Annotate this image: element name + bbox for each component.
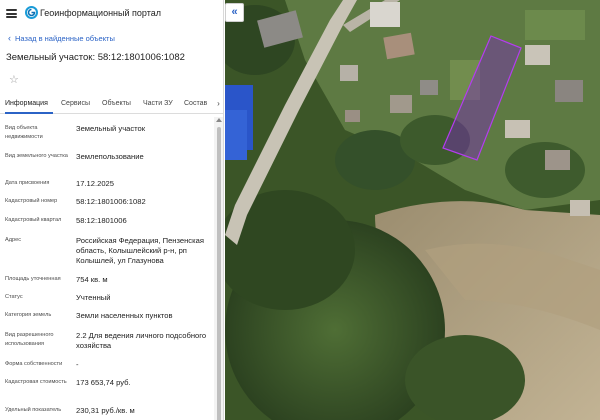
- info-value: Земли населенных пунктов: [76, 311, 173, 320]
- back-link-label: Назад в найденные объекты: [15, 34, 115, 43]
- info-value: 754 кв. м: [76, 275, 108, 284]
- info-value: 173 653,74 руб.: [76, 378, 131, 387]
- scroll-up-arrow-icon[interactable]: [216, 118, 222, 122]
- info-label: Адрес: [5, 237, 22, 243]
- info-label: Статус: [5, 294, 23, 300]
- tab-services-label: Сервисы: [61, 100, 91, 107]
- info-label: Кадастровый номер: [5, 198, 58, 204]
- tab-objects[interactable]: Объекты: [102, 95, 134, 114]
- info-label: Вид объекта недвижимости: [5, 125, 43, 140]
- info-value: 17.12.2025: [76, 179, 115, 188]
- info-label: Категория земель: [5, 312, 52, 318]
- chevron-left-icon: ‹: [8, 33, 11, 43]
- portal-logo-icon: [25, 6, 38, 19]
- info-value: Российская Федерация, Пензенская область…: [76, 236, 204, 265]
- info-value: Землепользование: [76, 152, 144, 161]
- info-label: Кадастровая стоимость: [5, 379, 67, 385]
- object-info-panel: Геоинформационный портал ‹ Назад в найден…: [0, 0, 224, 420]
- app-title: Геоинформационный портал: [40, 8, 161, 18]
- chevron-right-icon[interactable]: ›: [213, 95, 223, 113]
- info-label: Кадастровый квартал: [5, 217, 62, 223]
- info-value: Земельный участок: [76, 124, 146, 133]
- info-label: Дата присвоения: [5, 180, 50, 186]
- tab-bar: Информация Сервисы Объекты Части ЗУ Сост…: [0, 95, 223, 114]
- info-value: 58:12:1801006: [76, 216, 127, 225]
- satellite-imagery: [225, 0, 600, 420]
- tab-services[interactable]: Сервисы: [61, 95, 93, 114]
- satellite-map[interactable]: [225, 0, 600, 420]
- tab-info-label: Информация: [5, 100, 48, 107]
- info-label: Удельный показатель: [5, 407, 62, 413]
- info-value: 230,31 руб./кв. м: [76, 406, 135, 415]
- double-chevron-left-icon[interactable]: «: [225, 3, 244, 22]
- parcel-title: Земельный участок: 58:12:1801006:1082: [6, 52, 185, 63]
- tab-composition-label: Состав: [184, 100, 208, 107]
- info-value: 2.2 Для ведения личного подсобного хозяй…: [76, 331, 207, 350]
- back-to-results-link[interactable]: ‹ Назад в найденные объекты: [8, 33, 115, 43]
- hamburger-icon[interactable]: [6, 9, 17, 18]
- info-value: Учтенный: [76, 293, 111, 302]
- info-label: Площадь уточненная: [5, 276, 61, 282]
- info-label: Вид разрешенного использования: [5, 332, 54, 347]
- tab-parcel-parts[interactable]: Части ЗУ: [143, 95, 175, 114]
- tab-info[interactable]: Информация: [5, 95, 53, 114]
- panel-scrollbar[interactable]: [214, 117, 223, 420]
- info-label: Форма собственности: [5, 361, 63, 367]
- info-value: -: [76, 360, 79, 369]
- info-label: Вид земельного участка: [5, 153, 68, 159]
- scrollbar-thumb[interactable]: [217, 127, 221, 420]
- tab-parcel-parts-label: Части ЗУ: [143, 100, 173, 107]
- info-value: 58:12:1801006:1082: [76, 197, 146, 206]
- top-bar: Геоинформационный портал: [0, 0, 223, 27]
- star-icon[interactable]: ☆: [9, 73, 19, 86]
- tab-composition[interactable]: Состав: [184, 95, 212, 114]
- tab-objects-label: Объекты: [102, 100, 131, 107]
